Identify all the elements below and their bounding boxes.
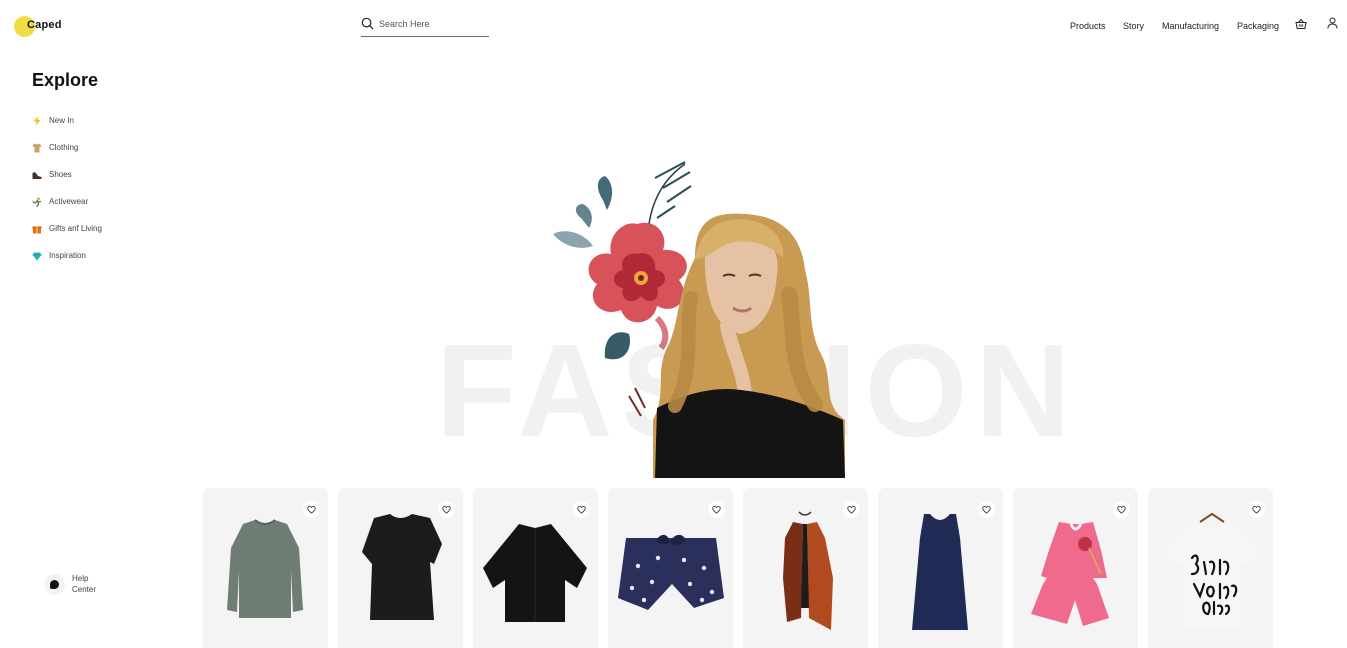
- model-figure: [653, 213, 845, 478]
- nav-packaging[interactable]: Packaging: [1237, 21, 1279, 31]
- favorite-button[interactable]: [303, 501, 320, 518]
- product-card-kimono[interactable]: [473, 488, 598, 648]
- category-new-in[interactable]: New In: [32, 116, 102, 143]
- gift-icon: [32, 226, 42, 234]
- clothing-icon: [32, 143, 42, 153]
- hero-model-image: [553, 161, 845, 478]
- product-card-vest[interactable]: [743, 488, 868, 648]
- favorite-button[interactable]: [708, 501, 725, 518]
- heart-icon: [307, 506, 316, 514]
- product-card-pink-set[interactable]: [1013, 488, 1138, 648]
- category-gifts-and-living[interactable]: Gifts anf Living: [32, 224, 102, 251]
- category-label: Clothing: [49, 143, 79, 152]
- category-label: Activewear: [49, 197, 89, 206]
- search-bar[interactable]: [361, 14, 489, 37]
- favorite-button[interactable]: [978, 501, 995, 518]
- product-card-dress[interactable]: [878, 488, 1003, 648]
- shoe-icon: [32, 172, 42, 179]
- heart-icon: [1117, 506, 1126, 514]
- nav-products[interactable]: Products: [1070, 21, 1106, 31]
- heart-icon: [1252, 506, 1261, 514]
- product-card-sweater[interactable]: [203, 488, 328, 648]
- nav-story[interactable]: Story: [1123, 21, 1144, 31]
- search-input[interactable]: [379, 15, 487, 33]
- brand-name: Caped: [27, 19, 62, 31]
- category-clothing[interactable]: Clothing: [32, 143, 102, 170]
- category-label: Inspiration: [49, 251, 86, 260]
- category-activewear[interactable]: Activewear: [32, 197, 102, 224]
- nav-manufacturing[interactable]: Manufacturing: [1162, 21, 1219, 31]
- category-label: Shoes: [49, 170, 72, 179]
- basket-icon[interactable]: [1295, 18, 1307, 30]
- category-label: New In: [49, 116, 74, 125]
- brand-logo[interactable]: Caped: [14, 14, 74, 38]
- activewear-icon: [32, 197, 42, 207]
- category-shoes[interactable]: Shoes: [32, 170, 102, 197]
- heart-icon: [982, 506, 991, 514]
- heart-icon: [577, 506, 586, 514]
- favorite-button[interactable]: [573, 501, 590, 518]
- heart-icon: [712, 506, 721, 514]
- category-inspiration[interactable]: Inspiration: [32, 251, 102, 278]
- user-icon[interactable]: [1327, 17, 1338, 29]
- product-card-shorts[interactable]: [608, 488, 733, 648]
- chat-icon[interactable]: [44, 573, 65, 595]
- explore-title: Explore: [32, 70, 99, 90]
- favorite-button[interactable]: [438, 501, 455, 518]
- search-icon: [361, 17, 374, 30]
- product-card-black-top[interactable]: [338, 488, 463, 648]
- product-grid: [203, 488, 1273, 648]
- lightning-icon: [33, 116, 41, 126]
- gem-icon: [32, 252, 42, 261]
- favorite-button[interactable]: [1248, 501, 1265, 518]
- help-center[interactable]: Help Center: [44, 573, 112, 595]
- help-label: Help Center: [72, 574, 97, 594]
- product-card-tshirt[interactable]: [1148, 488, 1273, 648]
- heart-icon: [847, 506, 856, 514]
- favorite-button[interactable]: [843, 501, 860, 518]
- category-list: New In Clothing Shoes Activewear Gifts a…: [32, 116, 102, 278]
- category-label: Gifts anf Living: [49, 224, 102, 233]
- favorite-button[interactable]: [1113, 501, 1130, 518]
- heart-icon: [442, 506, 451, 514]
